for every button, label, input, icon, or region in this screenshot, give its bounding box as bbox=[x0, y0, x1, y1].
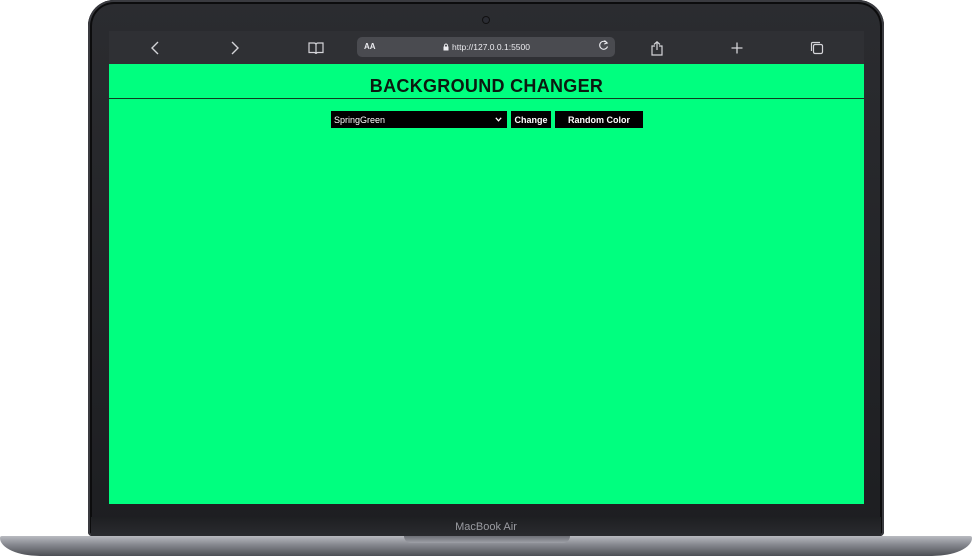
reload-icon[interactable] bbox=[598, 39, 609, 54]
browser-toolbar: AA http://127.0.0.1:5500 bbox=[109, 31, 864, 64]
screen: AA http://127.0.0.1:5500 BACKGROUND CHAN… bbox=[109, 31, 864, 504]
address-bar[interactable]: AA http://127.0.0.1:5500 bbox=[357, 37, 615, 57]
chevron-right-icon[interactable] bbox=[225, 38, 245, 58]
url-display[interactable]: http://127.0.0.1:5500 bbox=[443, 42, 530, 52]
laptop-mockup: AA http://127.0.0.1:5500 BACKGROUND CHAN… bbox=[0, 0, 972, 558]
chevron-down-icon bbox=[495, 117, 502, 122]
chevron-left-icon[interactable] bbox=[145, 38, 165, 58]
device-label: MacBook Air bbox=[455, 520, 517, 533]
controls-row: SpringGreen Change Random Color bbox=[331, 111, 643, 128]
page-content: BACKGROUND CHANGER SpringGreen Change Ra… bbox=[109, 64, 864, 504]
change-button[interactable]: Change bbox=[511, 111, 551, 128]
page-title: BACKGROUND CHANGER bbox=[369, 76, 604, 96]
lock-icon bbox=[443, 43, 449, 51]
url-text: http://127.0.0.1:5500 bbox=[452, 42, 530, 52]
camera bbox=[483, 17, 489, 23]
laptop-notch bbox=[404, 536, 570, 543]
color-select[interactable]: SpringGreen bbox=[331, 111, 507, 128]
random-color-button[interactable]: Random Color bbox=[555, 111, 643, 128]
share-icon[interactable] bbox=[647, 38, 667, 58]
plus-icon[interactable] bbox=[727, 38, 747, 58]
laptop-hinge: MacBook Air bbox=[91, 517, 881, 536]
title-divider bbox=[109, 98, 864, 99]
text-size-button[interactable]: AA bbox=[364, 42, 376, 51]
tabs-icon[interactable] bbox=[807, 38, 827, 58]
book-icon[interactable] bbox=[306, 38, 326, 58]
color-select-value: SpringGreen bbox=[334, 114, 386, 125]
